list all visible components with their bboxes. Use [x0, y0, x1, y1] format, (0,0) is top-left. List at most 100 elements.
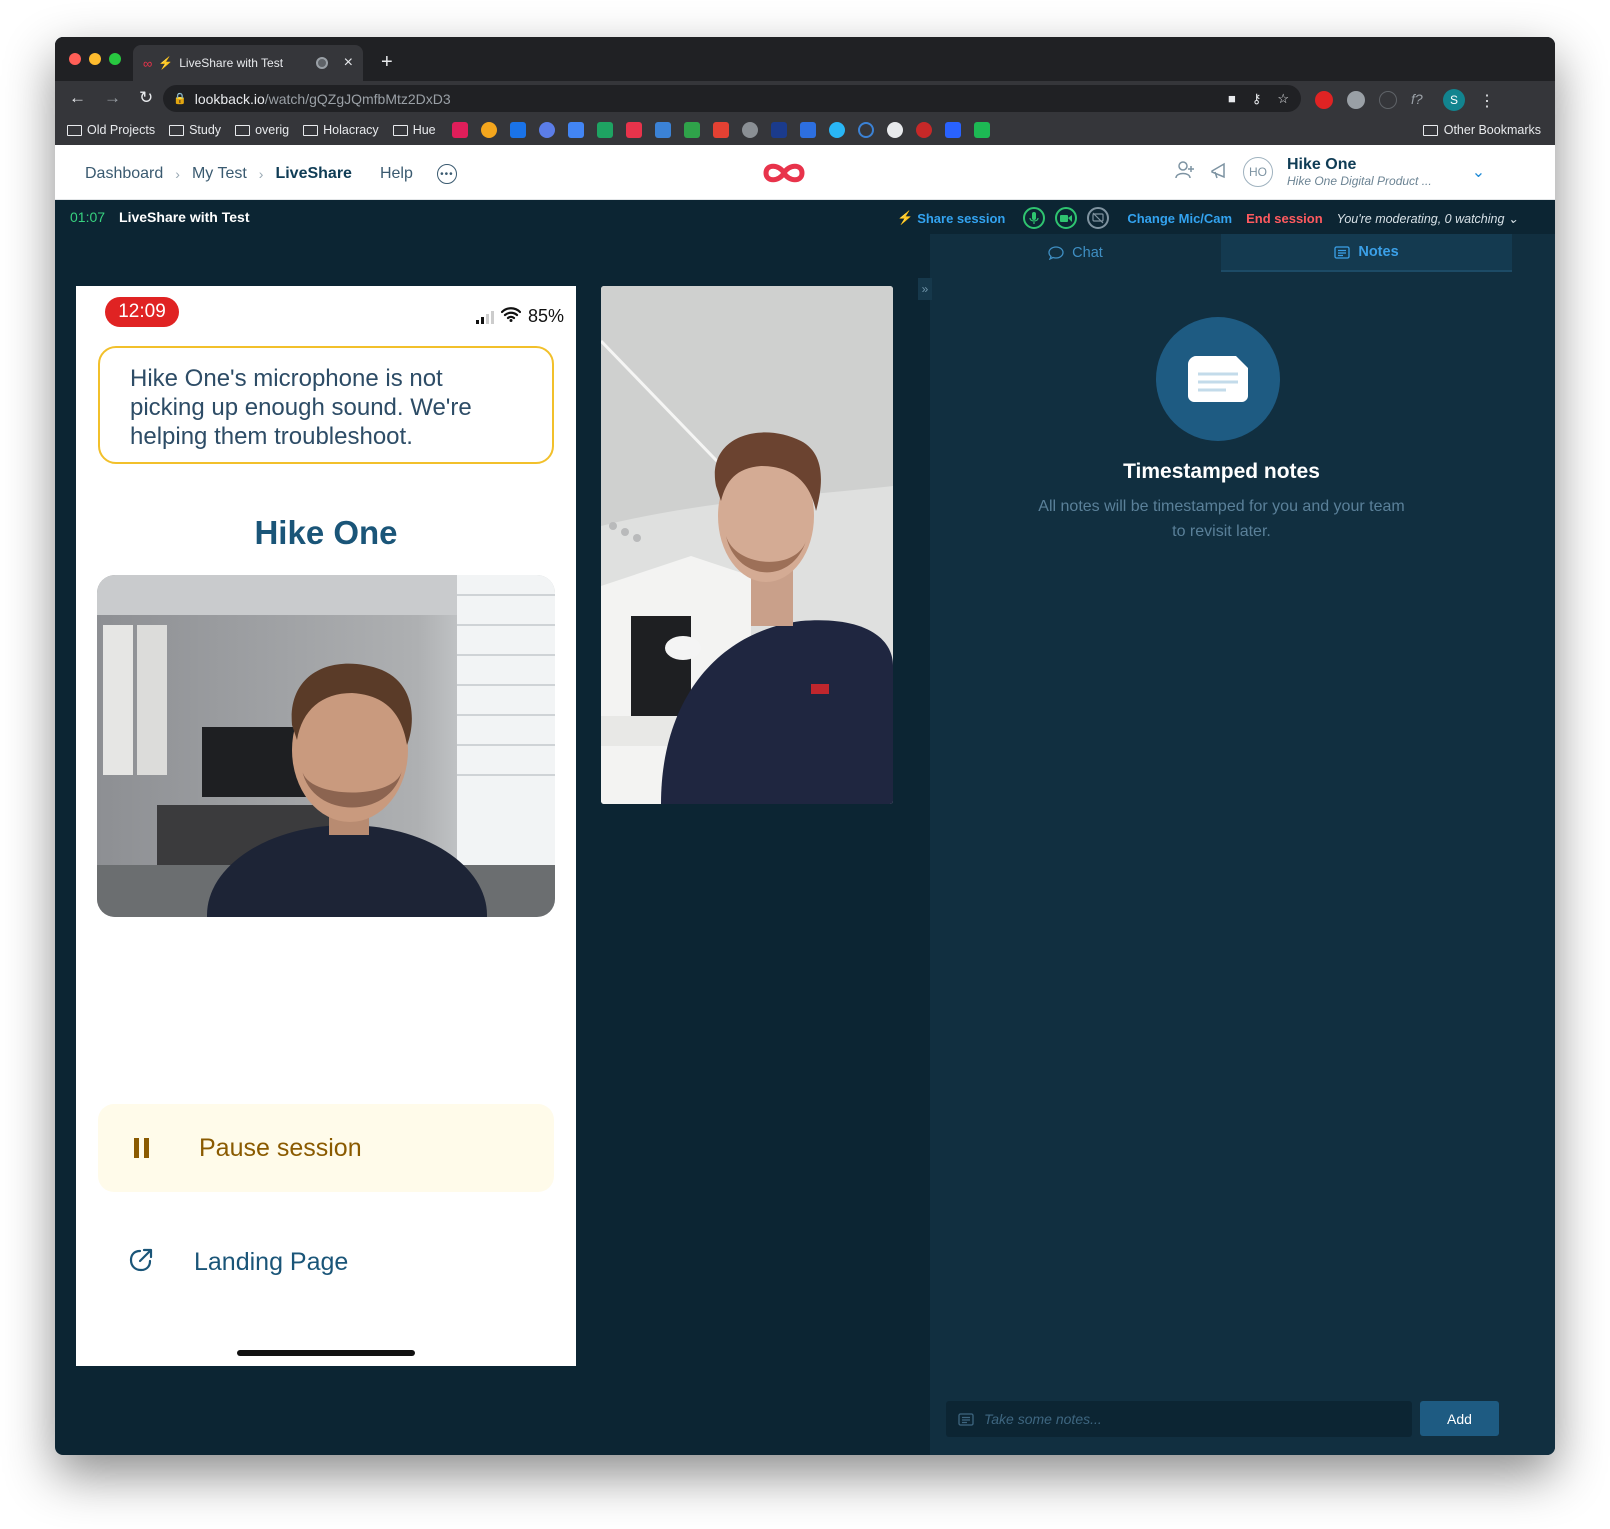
landing-page-link[interactable]: Landing Page	[98, 1218, 554, 1306]
change-mic-cam-button[interactable]: Change Mic/Cam	[1127, 211, 1232, 226]
user-info[interactable]: Hike One Hike One Digital Product ...	[1287, 156, 1432, 188]
battery-percent: 85%	[527, 306, 564, 326]
wifi-icon	[500, 306, 522, 327]
bookmark-grey-icon[interactable]	[741, 122, 758, 138]
help-link[interactable]: Help	[380, 165, 413, 183]
pause-icon	[134, 1138, 149, 1158]
end-session-button[interactable]: End session	[1246, 211, 1323, 226]
breadcrumb: Dashboard › My Test › LiveShare Help •••	[85, 164, 457, 184]
tab-notes[interactable]: Notes	[1221, 234, 1512, 272]
bookmark-green-icon[interactable]	[596, 122, 613, 138]
close-window-button[interactable]	[69, 53, 81, 65]
slack-icon[interactable]	[451, 122, 468, 138]
back-arrow-icon[interactable]: ←	[69, 88, 86, 108]
chevron-down-icon[interactable]: ⌄	[1472, 162, 1485, 182]
browser-toolbar: ← → ↻ 🔒 lookback.io/watch/gQZgJQmfbMtz2D…	[55, 81, 1555, 115]
landing-page-label: Landing Page	[194, 1247, 349, 1276]
pause-session-label: Pause session	[199, 1133, 362, 1162]
chat-bubble-icon	[1048, 246, 1064, 260]
forward-arrow-icon[interactable]: →	[104, 88, 121, 108]
microphone-icon[interactable]	[1023, 207, 1046, 229]
raspberry-icon[interactable]	[915, 122, 932, 138]
camera-icon[interactable]: ■	[1228, 91, 1236, 107]
bookmark-c-icon[interactable]	[857, 122, 874, 138]
more-options-icon[interactable]: •••	[436, 164, 457, 184]
bookmark-snow-icon[interactable]	[828, 122, 845, 138]
breadcrumb-dashboard[interactable]: Dashboard	[85, 165, 163, 183]
tab-chat[interactable]: Chat	[930, 234, 1221, 272]
bookmark-x-icon[interactable]	[770, 122, 787, 138]
breadcrumb-liveshare[interactable]: LiveShare	[275, 165, 351, 183]
bookmark-folder[interactable]: Study	[169, 123, 221, 137]
bookmark-favicons	[451, 122, 990, 138]
address-bar[interactable]: 🔒 lookback.io/watch/gQZgJQmfbMtz2DxD3 ■ …	[163, 85, 1301, 112]
session-timer: 01:07	[70, 209, 106, 225]
calendar-icon[interactable]	[567, 122, 584, 138]
extensions: f? S ⋮	[1315, 89, 1495, 111]
gmail-icon[interactable]	[712, 122, 729, 138]
maximize-window-button[interactable]	[109, 53, 121, 65]
avatar[interactable]: HO	[1243, 157, 1273, 187]
bookmarks-bar: Old Projects Study overig Holacracy Hue	[55, 115, 1555, 145]
bookmark-folder[interactable]: Old Projects	[67, 123, 155, 137]
extension-stop-icon[interactable]	[1315, 91, 1333, 109]
note-input[interactable]	[984, 1411, 1384, 1427]
collapse-panel-icon[interactable]: »	[918, 278, 932, 300]
add-user-icon[interactable]	[1175, 160, 1195, 185]
pause-session-button[interactable]: Pause session	[98, 1104, 554, 1192]
add-note-button[interactable]: Add	[1420, 1401, 1499, 1436]
reload-icon[interactable]: ↻	[139, 88, 153, 108]
lightning-icon: ⚡	[158, 56, 174, 70]
other-bookmarks[interactable]: Other Bookmarks	[1422, 123, 1541, 137]
user-org: Hike One Digital Product ...	[1287, 174, 1432, 188]
phone-clock: 12:09	[105, 297, 179, 327]
home-indicator	[237, 1350, 415, 1356]
notes-empty-title: Timestamped notes	[1123, 460, 1320, 483]
menu-kebab-icon[interactable]: ⋮	[1479, 91, 1495, 110]
announcement-icon[interactable]	[1209, 160, 1229, 185]
browser-tab[interactable]: ∞ ⚡ LiveShare with Test ×	[133, 45, 363, 81]
bookmark-u-icon[interactable]	[509, 122, 526, 138]
extension-font-icon[interactable]: f?	[1411, 91, 1429, 109]
bookmark-folder[interactable]: Hue	[392, 123, 436, 137]
bookmark-green2-icon[interactable]	[683, 122, 700, 138]
video-camera-icon[interactable]	[1055, 207, 1078, 229]
chrome-icon[interactable]	[480, 122, 497, 138]
jira-icon[interactable]	[944, 122, 961, 138]
url-host: lookback.io	[194, 90, 265, 107]
lightning-icon: ⚡	[897, 210, 914, 225]
chevron-right-icon: ›	[175, 166, 180, 182]
bookmark-white-icon[interactable]	[886, 122, 903, 138]
extension-camera-icon[interactable]	[1347, 91, 1365, 109]
close-tab-icon[interactable]: ×	[344, 54, 353, 72]
folder-icon	[235, 124, 251, 136]
star-icon[interactable]: ☆	[1277, 91, 1289, 107]
invision-icon[interactable]	[625, 122, 642, 138]
folder-icon	[392, 124, 408, 136]
screen-share-off-icon[interactable]	[1087, 207, 1110, 229]
play-icon[interactable]	[973, 122, 990, 138]
notes-panel: Chat Notes » Timestamped notes All notes…	[918, 234, 1555, 1455]
key-icon[interactable]: ⚷	[1252, 91, 1262, 107]
lock-icon: 🔒	[173, 93, 187, 105]
lookback-logo-icon[interactable]	[762, 160, 806, 191]
window-controls	[69, 53, 121, 65]
url-path: /watch/gQZgJQmfbMtz2DxD3	[264, 90, 451, 107]
layers-icon[interactable]	[799, 122, 816, 138]
notes-illustration-icon	[1156, 317, 1280, 441]
extension-info-icon[interactable]	[1379, 91, 1397, 109]
share-session-button[interactable]: Share session	[917, 211, 1005, 226]
moderator-video-image	[601, 286, 893, 804]
profile-avatar[interactable]: S	[1443, 89, 1465, 111]
panel-tabs: Chat Notes	[930, 234, 1513, 272]
shared-phone-screen: 12:09 85% Hike One's microphone is not p…	[76, 286, 576, 1366]
minimize-window-button[interactable]	[89, 53, 101, 65]
trello-icon[interactable]	[654, 122, 671, 138]
bookmark-folder[interactable]: overig	[235, 123, 289, 137]
bookmark-folder[interactable]: Holacracy	[303, 123, 379, 137]
moderating-status[interactable]: You're moderating, 0 watching ⌄	[1337, 211, 1519, 226]
bookmark-blue-icon[interactable]	[538, 122, 555, 138]
chevron-right-icon: ›	[258, 166, 264, 182]
new-tab-button[interactable]: +	[381, 51, 393, 74]
breadcrumb-my-test[interactable]: My Test	[192, 165, 247, 183]
